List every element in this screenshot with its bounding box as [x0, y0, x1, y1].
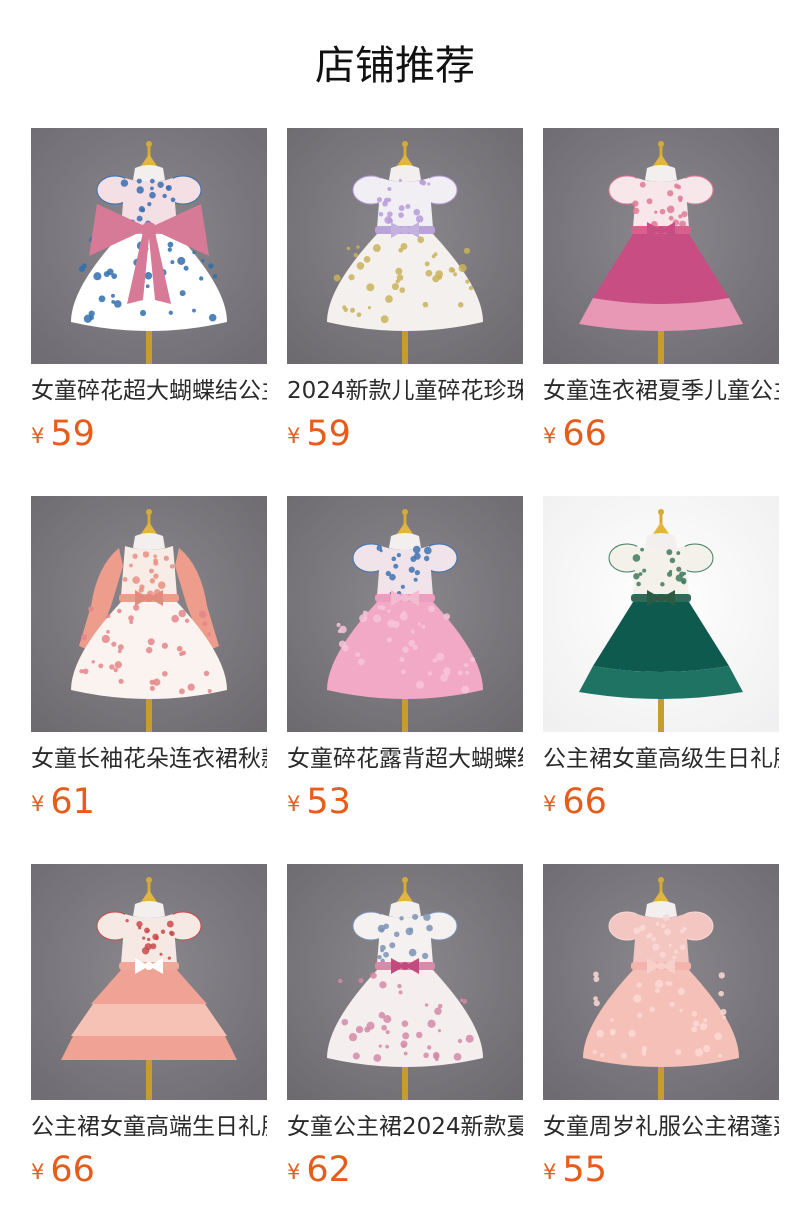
- product-card[interactable]: 公主裙女童高端生日礼服 ¥66: [31, 864, 267, 1190]
- currency-symbol: ¥: [543, 1160, 557, 1184]
- product-name[interactable]: 女童连衣裙夏季儿童公主裙: [543, 374, 779, 408]
- product-image[interactable]: [31, 496, 267, 732]
- product-price: ¥55: [543, 1150, 779, 1190]
- currency-symbol: ¥: [31, 1160, 45, 1184]
- product-image[interactable]: [543, 864, 779, 1100]
- dress-illustration: [287, 496, 523, 732]
- dress-bodice: [632, 178, 689, 228]
- price-value: 59: [306, 414, 351, 454]
- product-image[interactable]: [31, 128, 267, 364]
- dress-illustration: [31, 128, 267, 364]
- product-price: ¥59: [31, 414, 267, 454]
- currency-symbol: ¥: [31, 792, 45, 816]
- product-price: ¥59: [287, 414, 523, 454]
- product-image[interactable]: [287, 128, 523, 364]
- product-card[interactable]: 女童碎花露背超大蝴蝶结纱裙 ¥53: [287, 496, 523, 822]
- product-price: ¥66: [543, 782, 779, 822]
- product-image[interactable]: [31, 864, 267, 1100]
- dress-bodice: [121, 914, 177, 964]
- product-image[interactable]: [287, 864, 523, 1100]
- product-image[interactable]: [287, 496, 523, 732]
- mannequin-neck: [133, 533, 165, 550]
- product-name[interactable]: 女童碎花超大蝴蝶结公主裙: [31, 374, 267, 408]
- dress-bodice: [376, 545, 433, 596]
- dress-illustration: [543, 128, 779, 364]
- dress-illustration: [31, 496, 267, 732]
- product-name[interactable]: 2024新款儿童碎花珍珠连衣裙: [287, 374, 523, 408]
- product-card[interactable]: 女童周岁礼服公主裙蓬蓬 ¥55: [543, 864, 779, 1190]
- product-card[interactable]: 女童连衣裙夏季儿童公主裙 ¥66: [543, 128, 779, 454]
- product-name[interactable]: 公主裙女童高级生日礼服: [543, 742, 779, 776]
- page-title: 店铺推荐: [315, 43, 475, 89]
- product-price: ¥61: [31, 782, 267, 822]
- price-value: 66: [50, 1150, 95, 1190]
- mannequin-neck: [645, 901, 677, 918]
- product-card[interactable]: 女童碎花超大蝴蝶结公主裙 ¥59: [31, 128, 267, 454]
- mannequin-neck: [645, 533, 677, 550]
- mannequin-neck: [133, 901, 165, 918]
- currency-symbol: ¥: [287, 424, 301, 448]
- product-name[interactable]: 女童公主裙2024新款夏装: [287, 1110, 523, 1144]
- product-price: ¥62: [287, 1150, 523, 1190]
- dress-bodice: [377, 913, 433, 964]
- dress-bodice: [633, 914, 689, 964]
- price-value: 66: [562, 782, 607, 822]
- mannequin-neck: [645, 165, 677, 182]
- price-value: 59: [50, 414, 95, 454]
- currency-symbol: ¥: [543, 424, 557, 448]
- product-card[interactable]: 2024新款儿童碎花珍珠连衣裙 ¥59: [287, 128, 523, 454]
- dress-bodice: [121, 546, 177, 598]
- dress-illustration: [287, 128, 523, 364]
- product-price: ¥66: [543, 414, 779, 454]
- price-value: 55: [562, 1150, 607, 1190]
- price-value: 66: [562, 414, 607, 454]
- product-name[interactable]: 女童碎花露背超大蝴蝶结纱裙: [287, 742, 523, 776]
- product-image[interactable]: [543, 496, 779, 732]
- currency-symbol: ¥: [287, 792, 301, 816]
- price-value: 62: [306, 1150, 351, 1190]
- product-name[interactable]: 女童周岁礼服公主裙蓬蓬: [543, 1110, 779, 1144]
- product-price: ¥66: [31, 1150, 267, 1190]
- price-value: 53: [306, 782, 351, 822]
- product-price: ¥53: [287, 782, 523, 822]
- price-value: 61: [50, 782, 95, 822]
- dress-bodice: [376, 178, 433, 228]
- currency-symbol: ¥: [287, 1160, 301, 1184]
- product-card[interactable]: 公主裙女童高级生日礼服 ¥66: [543, 496, 779, 822]
- dress-illustration: [287, 864, 523, 1100]
- product-card[interactable]: 女童长袖花朵连衣裙秋款 ¥61: [31, 496, 267, 822]
- product-name[interactable]: 女童长袖花朵连衣裙秋款: [31, 742, 267, 776]
- currency-symbol: ¥: [543, 792, 557, 816]
- product-name[interactable]: 公主裙女童高端生日礼服: [31, 1110, 267, 1144]
- currency-symbol: ¥: [31, 424, 45, 448]
- dress-illustration: [31, 864, 267, 1100]
- product-card[interactable]: 女童公主裙2024新款夏装 ¥62: [287, 864, 523, 1190]
- dress-illustration: [543, 496, 779, 732]
- mannequin-neck: [389, 165, 421, 182]
- dress-bodice: [632, 546, 689, 596]
- product-image[interactable]: [543, 128, 779, 364]
- dress-illustration: [543, 864, 779, 1100]
